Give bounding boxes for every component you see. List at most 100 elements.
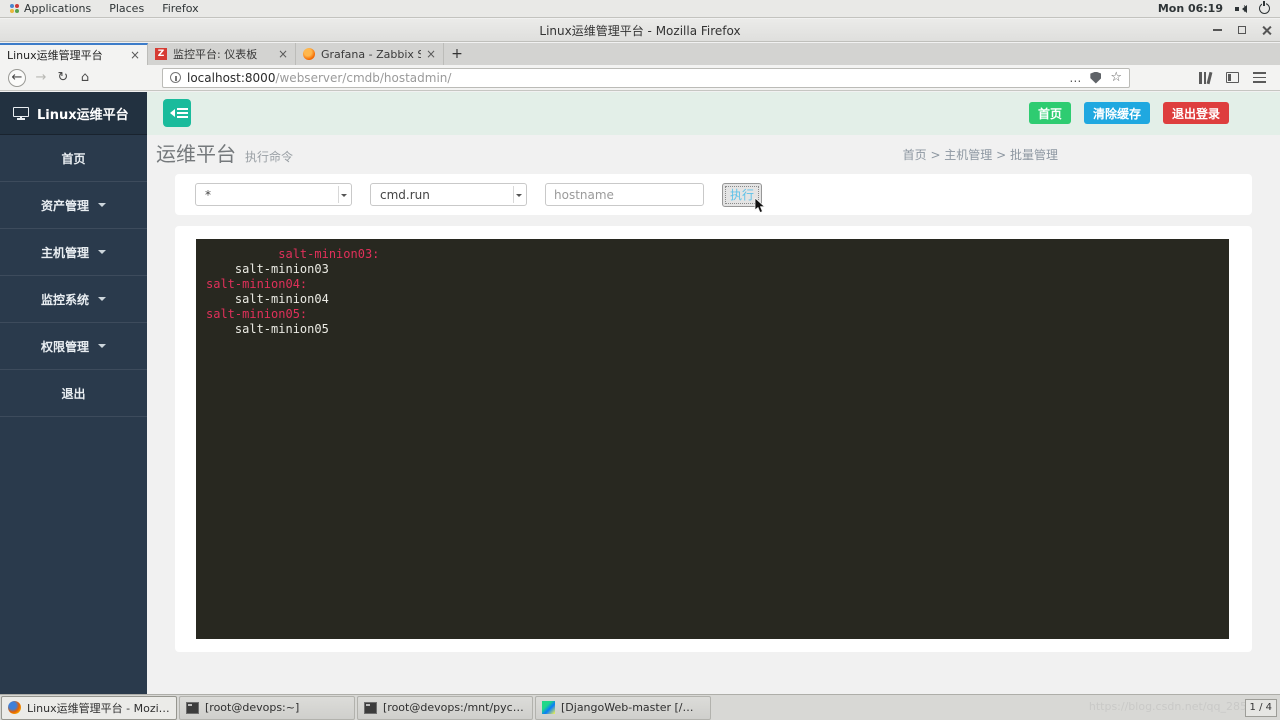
firefox-icon (8, 701, 21, 714)
sidebar-collapse-button[interactable] (163, 99, 191, 127)
command-output-terminal[interactable]: salt-minion03: salt-minion03salt-minion0… (196, 239, 1229, 639)
menu-lines-icon (177, 108, 188, 118)
tab-title: Grafana - Zabbix Server D (321, 48, 421, 61)
logout-button[interactable]: 退出登录 (1163, 102, 1229, 124)
chevron-down-icon (98, 344, 106, 352)
taskbar-item-terminal-2[interactable]: [root@devops:/mnt/pycharm-2019.... (357, 696, 533, 720)
output-card: salt-minion03: salt-minion03salt-minion0… (175, 226, 1252, 652)
terminal-icon (364, 702, 377, 714)
taskbar-item-pycharm[interactable]: [DjangoWeb-master [/mnt/DjangoW... (535, 696, 711, 720)
firefox-menu-label: Firefox (162, 2, 198, 15)
sidebar-brand[interactable]: Linux运维平台 (0, 92, 147, 135)
applications-icon (9, 4, 19, 14)
breadcrumb: 首页 > 主机管理 > 批量管理 (903, 146, 1058, 163)
pycharm-icon (542, 701, 555, 714)
maximize-button[interactable] (1238, 26, 1246, 34)
clear-cache-button[interactable]: 清除缓存 (1084, 102, 1150, 124)
monitor-icon (13, 107, 29, 120)
terminal-line: salt-minion04: (206, 277, 1219, 292)
sidebar-item-assets[interactable]: 资产管理 (0, 182, 147, 229)
taskbar-item-terminal-1[interactable]: [root@devops:~] (179, 696, 355, 720)
target-select-value: * (205, 188, 211, 202)
sidebar-item-hosts[interactable]: 主机管理 (0, 229, 147, 276)
sidebar-item-label: 资产管理 (41, 197, 89, 214)
sidebar-item-label: 权限管理 (41, 338, 89, 355)
url-path: /webserver/cmdb/hostadmin/ (275, 71, 451, 85)
volume-icon[interactable] (1235, 4, 1247, 14)
sidebar-item-home[interactable]: 首页 (0, 135, 147, 182)
taskbar-item-firefox[interactable]: Linux运维管理平台 - Mozilla Firefox (1, 696, 177, 720)
bookmark-star-icon[interactable]: ☆ (1110, 70, 1122, 85)
places-menu-label: Places (109, 2, 144, 15)
back-button[interactable]: ← (8, 69, 26, 87)
function-select-value: cmd.run (380, 188, 430, 202)
window-title: Linux运维管理平台 - Mozilla Firefox (539, 22, 740, 39)
terminal-line: salt-minion04 (206, 292, 1219, 307)
sidebar-brand-label: Linux运维平台 (37, 104, 129, 123)
places-menu[interactable]: Places (100, 0, 153, 17)
execute-button-label: 执行 (730, 186, 754, 203)
window-titlebar: Linux运维管理平台 - Mozilla Firefox (0, 19, 1280, 42)
page-title-text: 运维平台 (156, 142, 236, 166)
site-info-icon[interactable] (170, 72, 181, 83)
tab-close-icon[interactable]: × (278, 47, 288, 61)
taskbar-item-label: Linux运维管理平台 - Mozilla Firefox (27, 700, 170, 716)
url-bar[interactable]: localhost:8000/webserver/cmdb/hostadmin/… (162, 68, 1130, 88)
tab-bar: Linux运维管理平台 × Z 监控平台: 仪表板 × Grafana - Za… (0, 43, 1280, 65)
mouse-cursor-icon (754, 198, 768, 214)
zabbix-favicon: Z (155, 48, 167, 60)
close-window-button[interactable] (1262, 25, 1272, 35)
sidebar-toggle-icon[interactable] (1226, 72, 1239, 83)
library-icon[interactable] (1199, 72, 1212, 84)
tab-zabbix-dashboard[interactable]: Z 监控平台: 仪表板 × (148, 43, 296, 65)
page-subtitle: 执行命令 (245, 150, 293, 164)
terminal-line: salt-minion03: (206, 247, 1219, 262)
function-select[interactable]: cmd.run (370, 183, 527, 206)
workspace-pager[interactable]: 1 / 4 (1245, 699, 1277, 717)
tab-title: Linux运维管理平台 (7, 47, 125, 63)
target-select[interactable]: * (195, 183, 352, 206)
sidebar-item-permissions[interactable]: 权限管理 (0, 323, 147, 370)
power-icon[interactable] (1259, 3, 1270, 14)
minimize-button[interactable] (1213, 29, 1222, 31)
tab-close-icon[interactable]: × (130, 48, 140, 62)
taskbar-item-label: [DjangoWeb-master [/mnt/DjangoW... (561, 701, 704, 714)
new-tab-button[interactable]: + (444, 43, 470, 65)
tab-title: 监控平台: 仪表板 (173, 46, 273, 62)
reload-button[interactable]: ↻ (52, 70, 74, 85)
command-form-card: * cmd.run 执行 (175, 174, 1252, 215)
sidebar: Linux运维平台 首页 资产管理 主机管理 监控系统 权限管理 退出 (0, 92, 147, 694)
grafana-favicon (303, 48, 315, 60)
sidebar-item-monitoring[interactable]: 监控系统 (0, 276, 147, 323)
page-actions-icon[interactable]: … (1069, 71, 1081, 85)
tab-ops-platform[interactable]: Linux运维管理平台 × (0, 43, 148, 65)
sidebar-item-label: 监控系统 (41, 291, 89, 308)
argument-input[interactable] (545, 183, 704, 206)
page-content: Linux运维平台 首页 资产管理 主机管理 监控系统 权限管理 退出 (0, 92, 1280, 694)
tab-grafana[interactable]: Grafana - Zabbix Server D × (296, 43, 444, 65)
sidebar-item-exit[interactable]: 退出 (0, 370, 147, 417)
chevron-down-icon (98, 203, 106, 211)
chevron-down-icon (98, 297, 106, 305)
menu-hamburger-icon[interactable] (1253, 72, 1266, 83)
tab-close-icon[interactable]: × (426, 47, 436, 61)
sidebar-item-label: 退出 (61, 385, 85, 402)
execute-button[interactable]: 执行 (722, 183, 762, 207)
gnome-top-bar: Applications Places Firefox Mon 06:19 (0, 0, 1280, 18)
terminal-line: salt-minion03 (206, 262, 1219, 277)
page-header: 运维平台执行命令 首页 > 主机管理 > 批量管理 (147, 135, 1280, 174)
csdn-watermark: https://blog.csdn.net/qq_2851 (1089, 700, 1254, 713)
applications-menu[interactable]: Applications (0, 0, 100, 17)
pocket-shield-icon[interactable] (1090, 72, 1101, 84)
clock[interactable]: Mon 06:19 (1158, 2, 1223, 15)
home-button[interactable]: ⌂ (74, 70, 96, 85)
main-area: 首页 清除缓存 退出登录 运维平台执行命令 首页 > 主机管理 > 批量管理 *… (147, 92, 1280, 694)
url-host: localhost:8000 (187, 71, 275, 85)
sidebar-item-label: 首页 (61, 150, 85, 167)
forward-button[interactable]: → (30, 70, 52, 85)
terminal-icon (186, 702, 199, 714)
home-nav-button[interactable]: 首页 (1029, 102, 1071, 124)
taskbar-item-label: [root@devops:/mnt/pycharm-2019.... (383, 701, 526, 714)
firefox-menu[interactable]: Firefox (153, 0, 207, 17)
page-title: 运维平台执行命令 (156, 138, 293, 167)
